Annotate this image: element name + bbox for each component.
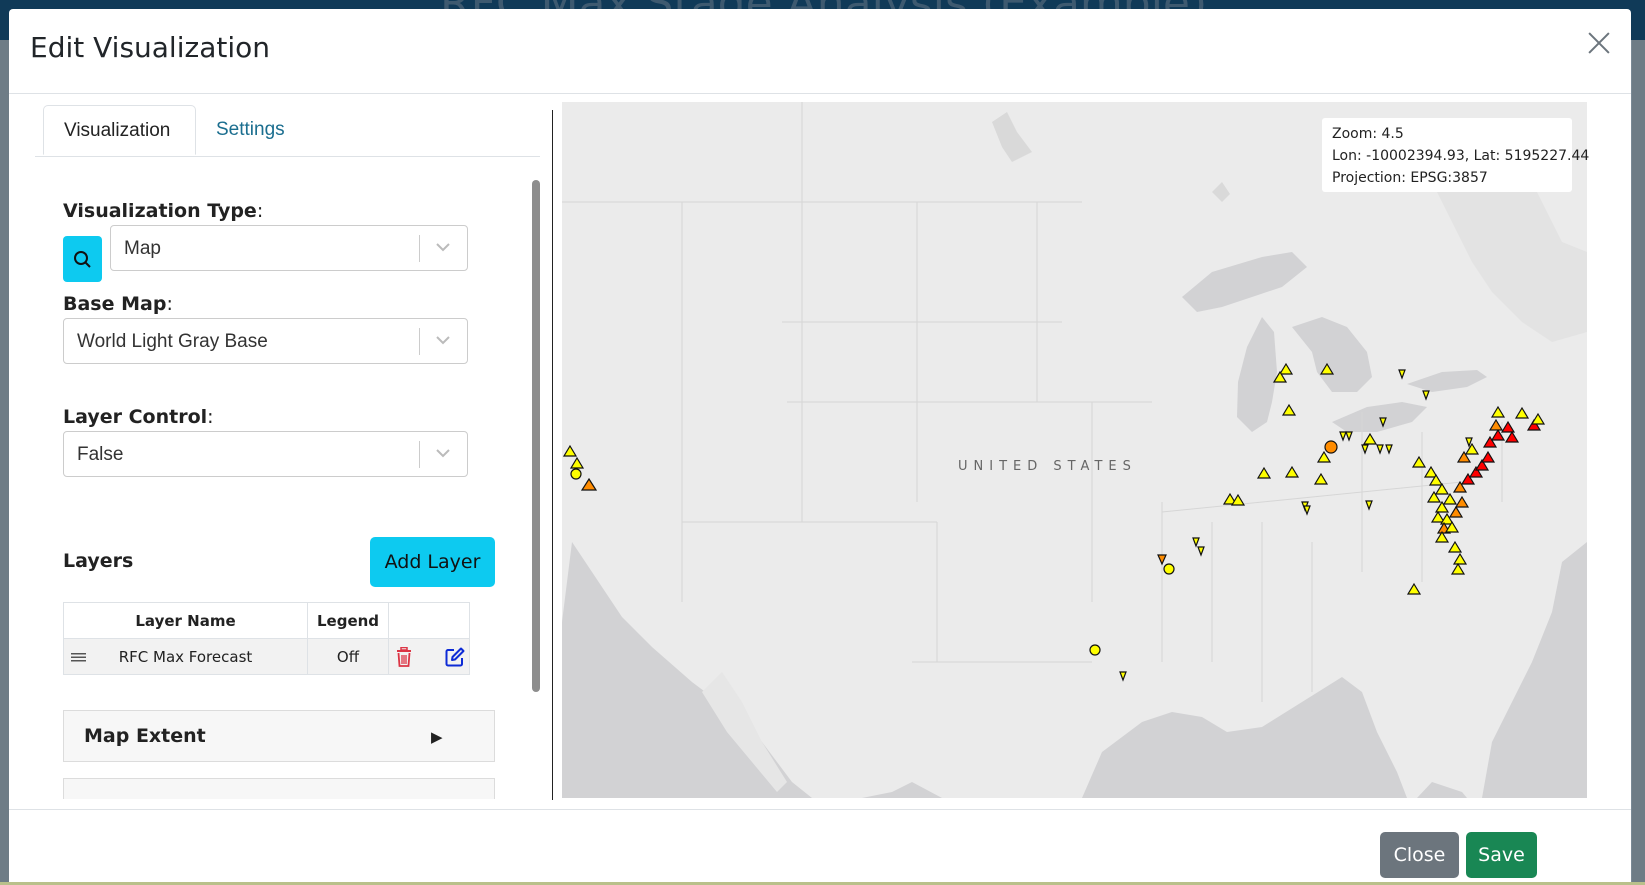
- modal-title: Edit Visualization: [30, 31, 270, 64]
- layer-legend: Off: [307, 638, 389, 675]
- close-icon[interactable]: [1585, 29, 1613, 57]
- modal-header: Edit Visualization: [9, 9, 1631, 94]
- search-button[interactable]: [63, 236, 102, 282]
- column-legend: Legend: [307, 602, 389, 639]
- layer-actions-cell: [388, 638, 470, 675]
- column-layer-name: Layer Name: [63, 602, 308, 639]
- chevron-down-icon: [436, 336, 450, 345]
- visualization-type-value: Map: [124, 238, 161, 259]
- layers-table-header: Layer Name Legend: [63, 602, 470, 639]
- tab-settings[interactable]: Settings: [196, 105, 316, 155]
- column-actions: [388, 602, 470, 639]
- basemap: [562, 102, 1587, 798]
- layer-control-select[interactable]: False: [63, 431, 468, 477]
- trash-icon[interactable]: [395, 647, 413, 667]
- split-divider[interactable]: [552, 110, 553, 800]
- select-separator: [419, 441, 420, 468]
- map-projection-readout: Projection: EPSG:3857: [1332, 170, 1488, 186]
- edit-icon[interactable]: [445, 647, 465, 667]
- map-zoom-readout: Zoom: 4.5: [1332, 126, 1404, 142]
- base-map-value: World Light Gray Base: [77, 331, 268, 352]
- map-info-panel: Zoom: 4.5 Lon: -10002394.93, Lat: 519522…: [1322, 118, 1590, 192]
- chevron-down-icon: [436, 243, 450, 252]
- tab-visualization[interactable]: Visualization: [43, 105, 196, 155]
- map-view[interactable]: [562, 102, 1587, 798]
- modal-footer-divider: [9, 809, 1631, 810]
- map-extent-accordion[interactable]: Map Extent ▶: [63, 710, 495, 762]
- layer-control-label: Layer Control:: [63, 406, 214, 428]
- layer-control-value: False: [77, 444, 124, 465]
- background-overlay-right: [1632, 40, 1645, 885]
- map-coords-readout: Lon: -10002394.93, Lat: 5195227.44: [1332, 148, 1590, 164]
- select-separator: [419, 328, 420, 355]
- base-map-select[interactable]: World Light Gray Base: [63, 318, 468, 364]
- search-icon: [74, 251, 91, 268]
- visualization-type-label: Visualization Type:: [63, 200, 264, 222]
- layer-name-cell: RFC Max Forecast: [63, 638, 308, 675]
- layer-name: RFC Max Forecast: [118, 647, 253, 666]
- next-accordion[interactable]: [63, 778, 495, 799]
- close-button[interactable]: Close: [1380, 832, 1459, 878]
- layers-heading: Layers: [63, 550, 134, 572]
- tab-bar: Visualization Settings: [35, 105, 540, 157]
- chevron-down-icon: [436, 449, 450, 458]
- add-layer-button[interactable]: Add Layer: [370, 537, 495, 587]
- visualization-settings-panel: Visualization Type: Map Base Map: World …: [35, 177, 540, 799]
- panel-scrollbar-thumb[interactable]: [532, 180, 540, 692]
- select-separator: [419, 235, 420, 262]
- layers-table: Layer Name Legend RFC Max Forecast Off: [63, 602, 470, 675]
- visualization-type-select[interactable]: Map: [110, 225, 468, 271]
- drag-handle-icon[interactable]: [71, 652, 86, 663]
- map-country-label: UNITED STATES: [958, 459, 1137, 474]
- table-row: RFC Max Forecast Off: [63, 638, 470, 675]
- save-button[interactable]: Save: [1466, 832, 1537, 878]
- map-extent-label: Map Extent: [84, 725, 206, 747]
- triangle-right-icon: ▶: [431, 729, 443, 746]
- base-map-label: Base Map:: [63, 293, 173, 315]
